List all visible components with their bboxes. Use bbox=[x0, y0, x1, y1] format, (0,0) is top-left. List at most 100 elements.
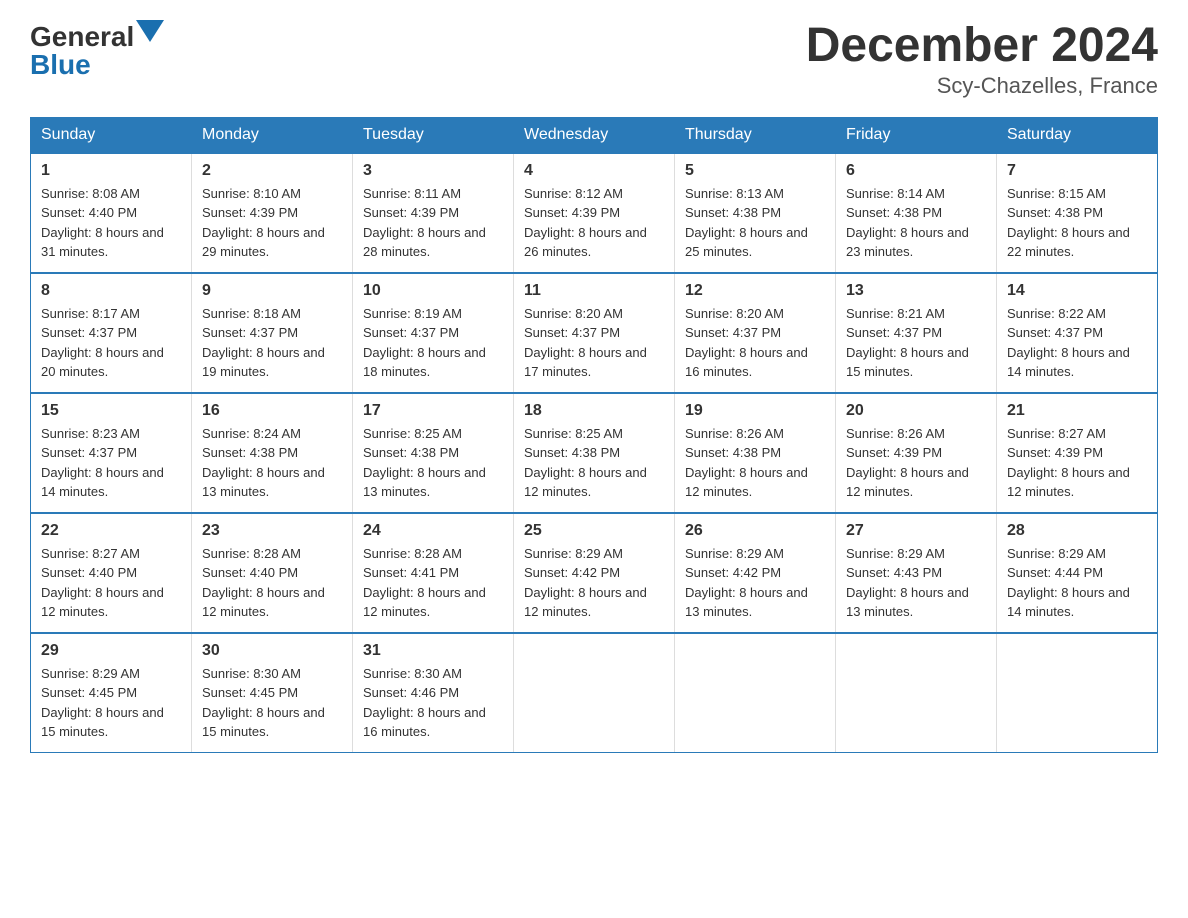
day-number: 17 bbox=[363, 402, 503, 420]
calendar-cell: 30 Sunrise: 8:30 AMSunset: 4:45 PMDayligh… bbox=[192, 633, 353, 753]
calendar-header-row: Sunday Monday Tuesday Wednesday Thursday… bbox=[31, 117, 1158, 153]
day-info: Sunrise: 8:29 AMSunset: 4:44 PMDaylight:… bbox=[1007, 544, 1147, 622]
day-number: 30 bbox=[202, 642, 342, 660]
calendar-cell: 18 Sunrise: 8:25 AMSunset: 4:38 PMDayligh… bbox=[514, 393, 675, 513]
day-number: 13 bbox=[846, 282, 986, 300]
calendar-cell: 19 Sunrise: 8:26 AMSunset: 4:38 PMDayligh… bbox=[675, 393, 836, 513]
day-info: Sunrise: 8:19 AMSunset: 4:37 PMDaylight:… bbox=[363, 304, 503, 382]
day-info: Sunrise: 8:29 AMSunset: 4:45 PMDaylight:… bbox=[41, 664, 181, 742]
day-number: 19 bbox=[685, 402, 825, 420]
calendar-cell: 17 Sunrise: 8:25 AMSunset: 4:38 PMDayligh… bbox=[353, 393, 514, 513]
calendar-cell: 23 Sunrise: 8:28 AMSunset: 4:40 PMDayligh… bbox=[192, 513, 353, 633]
day-number: 18 bbox=[524, 402, 664, 420]
calendar-table: Sunday Monday Tuesday Wednesday Thursday… bbox=[30, 117, 1158, 754]
day-info: Sunrise: 8:29 AMSunset: 4:42 PMDaylight:… bbox=[524, 544, 664, 622]
calendar-week-row: 29 Sunrise: 8:29 AMSunset: 4:45 PMDayligh… bbox=[31, 633, 1158, 753]
day-number: 29 bbox=[41, 642, 181, 660]
header-friday: Friday bbox=[836, 117, 997, 153]
calendar-cell: 31Sunrise: 8:30 AMSunset: 4:46 PMDayligh… bbox=[353, 633, 514, 753]
calendar-cell: 22Sunrise: 8:27 AMSunset: 4:40 PMDayligh… bbox=[31, 513, 192, 633]
header-wednesday: Wednesday bbox=[514, 117, 675, 153]
day-number: 8 bbox=[41, 282, 181, 300]
calendar-cell: 16 Sunrise: 8:24 AMSunset: 4:38 PMDayligh… bbox=[192, 393, 353, 513]
calendar-week-row: 8 Sunrise: 8:17 AMSunset: 4:37 PMDaylight… bbox=[31, 273, 1158, 393]
day-number: 10 bbox=[363, 282, 503, 300]
day-number: 2 bbox=[202, 162, 342, 180]
day-number: 22 bbox=[41, 522, 181, 540]
day-number: 20 bbox=[846, 402, 986, 420]
calendar-cell: 27 Sunrise: 8:29 AMSunset: 4:43 PMDayligh… bbox=[836, 513, 997, 633]
day-number: 14 bbox=[1007, 282, 1147, 300]
day-info: Sunrise: 8:17 AMSunset: 4:37 PMDaylight:… bbox=[41, 304, 181, 382]
day-number: 21 bbox=[1007, 402, 1147, 420]
header-thursday: Thursday bbox=[675, 117, 836, 153]
day-number: 15 bbox=[41, 402, 181, 420]
day-number: 12 bbox=[685, 282, 825, 300]
day-number: 16 bbox=[202, 402, 342, 420]
day-info: Sunrise: 8:21 AMSunset: 4:37 PMDaylight:… bbox=[846, 304, 986, 382]
calendar-cell: 9Sunrise: 8:18 AMSunset: 4:37 PMDaylight… bbox=[192, 273, 353, 393]
day-info: Sunrise: 8:25 AMSunset: 4:38 PMDaylight:… bbox=[524, 424, 664, 502]
calendar-cell: 8 Sunrise: 8:17 AMSunset: 4:37 PMDaylight… bbox=[31, 273, 192, 393]
calendar-cell: 15 Sunrise: 8:23 AMSunset: 4:37 PMDayligh… bbox=[31, 393, 192, 513]
calendar-cell: 20Sunrise: 8:26 AMSunset: 4:39 PMDayligh… bbox=[836, 393, 997, 513]
calendar-week-row: 22Sunrise: 8:27 AMSunset: 4:40 PMDayligh… bbox=[31, 513, 1158, 633]
day-info: Sunrise: 8:27 AMSunset: 4:39 PMDaylight:… bbox=[1007, 424, 1147, 502]
calendar-cell: 25 Sunrise: 8:29 AMSunset: 4:42 PMDayligh… bbox=[514, 513, 675, 633]
calendar-title: December 2024 bbox=[806, 20, 1158, 73]
calendar-cell: 1 Sunrise: 8:08 AMSunset: 4:40 PMDaylight… bbox=[31, 153, 192, 273]
day-number: 6 bbox=[846, 162, 986, 180]
day-number: 5 bbox=[685, 162, 825, 180]
day-info: Sunrise: 8:12 AMSunset: 4:39 PMDaylight:… bbox=[524, 184, 664, 262]
day-info: Sunrise: 8:28 AMSunset: 4:40 PMDaylight:… bbox=[202, 544, 342, 622]
calendar-cell: 7Sunrise: 8:15 AMSunset: 4:38 PMDaylight… bbox=[997, 153, 1158, 273]
calendar-cell: 10 Sunrise: 8:19 AMSunset: 4:37 PMDayligh… bbox=[353, 273, 514, 393]
header-monday: Monday bbox=[192, 117, 353, 153]
day-info: Sunrise: 8:24 AMSunset: 4:38 PMDaylight:… bbox=[202, 424, 342, 502]
day-number: 31 bbox=[363, 642, 503, 660]
day-info: Sunrise: 8:08 AMSunset: 4:40 PMDaylight:… bbox=[41, 184, 181, 262]
day-info: Sunrise: 8:11 AMSunset: 4:39 PMDaylight:… bbox=[363, 184, 503, 262]
day-number: 4 bbox=[524, 162, 664, 180]
day-number: 11 bbox=[524, 282, 664, 300]
day-number: 9 bbox=[202, 282, 342, 300]
page-header: General Blue December 2024 Scy-Chazelles… bbox=[30, 20, 1158, 99]
header-tuesday: Tuesday bbox=[353, 117, 514, 153]
day-info: Sunrise: 8:22 AMSunset: 4:37 PMDaylight:… bbox=[1007, 304, 1147, 382]
calendar-cell: 26Sunrise: 8:29 AMSunset: 4:42 PMDayligh… bbox=[675, 513, 836, 633]
calendar-cell: 6 Sunrise: 8:14 AMSunset: 4:38 PMDaylight… bbox=[836, 153, 997, 273]
day-info: Sunrise: 8:14 AMSunset: 4:38 PMDaylight:… bbox=[846, 184, 986, 262]
logo-triangle-icon bbox=[136, 20, 164, 42]
logo-general-text: General bbox=[30, 21, 134, 52]
calendar-cell bbox=[514, 633, 675, 753]
calendar-cell bbox=[997, 633, 1158, 753]
logo: General Blue bbox=[30, 20, 164, 79]
day-number: 23 bbox=[202, 522, 342, 540]
logo-blue-text: Blue bbox=[30, 49, 91, 80]
day-info: Sunrise: 8:25 AMSunset: 4:38 PMDaylight:… bbox=[363, 424, 503, 502]
calendar-cell bbox=[836, 633, 997, 753]
day-number: 3 bbox=[363, 162, 503, 180]
day-number: 24 bbox=[363, 522, 503, 540]
day-info: Sunrise: 8:23 AMSunset: 4:37 PMDaylight:… bbox=[41, 424, 181, 502]
calendar-cell: 24 Sunrise: 8:28 AMSunset: 4:41 PMDayligh… bbox=[353, 513, 514, 633]
calendar-cell: 21 Sunrise: 8:27 AMSunset: 4:39 PMDayligh… bbox=[997, 393, 1158, 513]
day-info: Sunrise: 8:10 AMSunset: 4:39 PMDaylight:… bbox=[202, 184, 342, 262]
day-info: Sunrise: 8:26 AMSunset: 4:38 PMDaylight:… bbox=[685, 424, 825, 502]
day-info: Sunrise: 8:13 AMSunset: 4:38 PMDaylight:… bbox=[685, 184, 825, 262]
day-info: Sunrise: 8:29 AMSunset: 4:43 PMDaylight:… bbox=[846, 544, 986, 622]
calendar-cell: 3 Sunrise: 8:11 AMSunset: 4:39 PMDaylight… bbox=[353, 153, 514, 273]
calendar-cell: 14 Sunrise: 8:22 AMSunset: 4:37 PMDayligh… bbox=[997, 273, 1158, 393]
day-info: Sunrise: 8:30 AMSunset: 4:45 PMDaylight:… bbox=[202, 664, 342, 742]
day-number: 1 bbox=[41, 162, 181, 180]
calendar-cell: 13 Sunrise: 8:21 AMSunset: 4:37 PMDayligh… bbox=[836, 273, 997, 393]
calendar-cell: 28Sunrise: 8:29 AMSunset: 4:44 PMDayligh… bbox=[997, 513, 1158, 633]
calendar-cell: 12Sunrise: 8:20 AMSunset: 4:37 PMDayligh… bbox=[675, 273, 836, 393]
day-number: 25 bbox=[524, 522, 664, 540]
header-saturday: Saturday bbox=[997, 117, 1158, 153]
title-block: December 2024 Scy-Chazelles, France bbox=[806, 20, 1158, 99]
calendar-week-row: 15 Sunrise: 8:23 AMSunset: 4:37 PMDayligh… bbox=[31, 393, 1158, 513]
day-info: Sunrise: 8:28 AMSunset: 4:41 PMDaylight:… bbox=[363, 544, 503, 622]
calendar-cell: 11Sunrise: 8:20 AMSunset: 4:37 PMDayligh… bbox=[514, 273, 675, 393]
day-number: 27 bbox=[846, 522, 986, 540]
